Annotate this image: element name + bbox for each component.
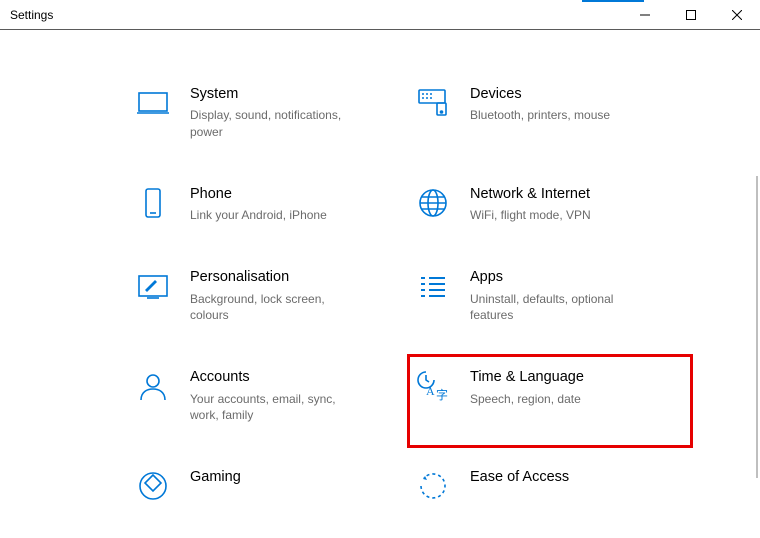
- tile-title: Ease of Access: [470, 469, 569, 486]
- gaming-icon: [136, 469, 170, 503]
- tile-phone[interactable]: Phone Link your Android, iPhone: [130, 180, 410, 230]
- tile-title: Personalisation: [190, 269, 350, 286]
- window-title: Settings: [10, 8, 53, 22]
- tile-title: Time & Language: [470, 369, 584, 386]
- tile-personalisation[interactable]: Personalisation Background, lock screen,…: [130, 263, 410, 329]
- tile-title: Network & Internet: [470, 186, 591, 203]
- accent-bar: [582, 0, 644, 2]
- tile-desc: WiFi, flight mode, VPN: [470, 207, 591, 223]
- scrollbar[interactable]: [744, 30, 760, 538]
- tile-system[interactable]: System Display, sound, notifications, po…: [130, 80, 410, 146]
- tile-network[interactable]: Network & Internet WiFi, flight mode, VP…: [410, 180, 690, 230]
- tile-title: Phone: [190, 186, 327, 203]
- tile-apps[interactable]: Apps Uninstall, defaults, optional featu…: [410, 263, 690, 329]
- scrollbar-thumb[interactable]: [756, 176, 758, 478]
- tile-title: Devices: [470, 86, 610, 103]
- tile-title: Accounts: [190, 369, 350, 386]
- tile-title: Apps: [470, 269, 630, 286]
- network-icon: [416, 186, 450, 220]
- tile-accounts[interactable]: Accounts Your accounts, email, sync, wor…: [130, 363, 410, 429]
- svg-text:A: A: [426, 384, 435, 398]
- tile-ease-of-access[interactable]: Ease of Access: [410, 463, 690, 509]
- settings-grid: System Display, sound, notifications, po…: [130, 80, 690, 509]
- tile-desc: Link your Android, iPhone: [190, 207, 327, 223]
- ease-of-access-icon: [416, 469, 450, 503]
- phone-icon: [136, 186, 170, 220]
- personalisation-icon: [136, 269, 170, 303]
- minimize-button[interactable]: [622, 0, 668, 29]
- tile-desc: Display, sound, notifications, power: [190, 107, 350, 139]
- tile-desc: Background, lock screen, colours: [190, 291, 350, 323]
- tile-desc: Your accounts, email, sync, work, family: [190, 391, 350, 423]
- window-controls: [622, 0, 760, 29]
- tile-desc: Speech, region, date: [470, 391, 584, 407]
- tile-title: System: [190, 86, 350, 103]
- maximize-button[interactable]: [668, 0, 714, 29]
- system-icon: [136, 86, 170, 120]
- tile-desc: Bluetooth, printers, mouse: [470, 107, 610, 123]
- tile-gaming[interactable]: Gaming: [130, 463, 410, 509]
- tile-devices[interactable]: Devices Bluetooth, printers, mouse: [410, 80, 690, 146]
- apps-icon: [416, 269, 450, 303]
- titlebar: Settings: [0, 0, 760, 30]
- accounts-icon: [136, 369, 170, 403]
- close-button[interactable]: [714, 0, 760, 29]
- tile-time-language[interactable]: A 字 Time & Language Speech, region, date: [410, 357, 690, 445]
- devices-icon: [416, 86, 450, 120]
- settings-content: System Display, sound, notifications, po…: [0, 30, 760, 509]
- tile-title: Gaming: [190, 469, 241, 486]
- time-language-icon: A 字: [416, 369, 450, 403]
- tile-desc: Uninstall, defaults, optional features: [470, 291, 630, 323]
- svg-text:字: 字: [436, 387, 448, 402]
